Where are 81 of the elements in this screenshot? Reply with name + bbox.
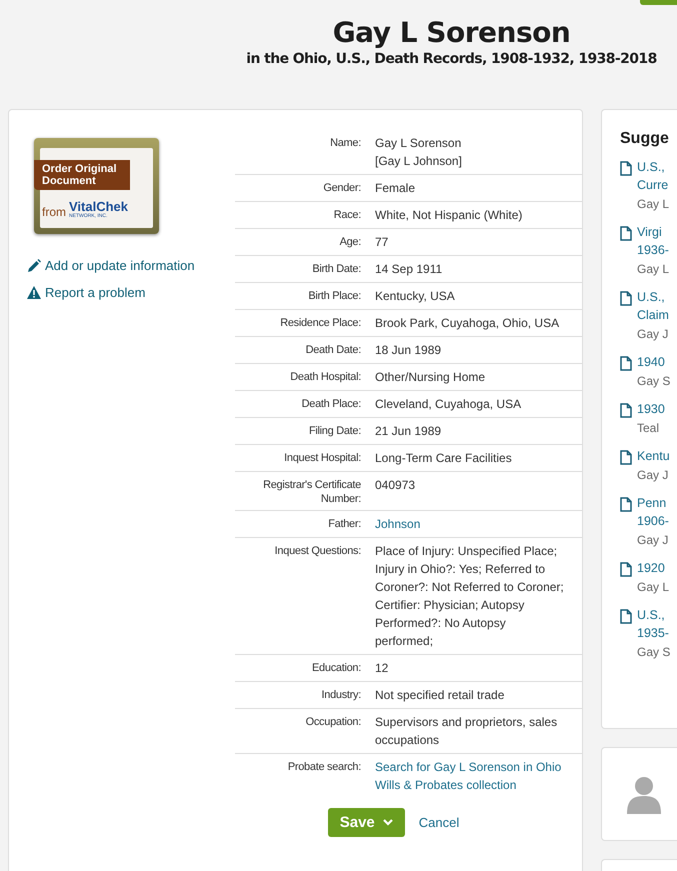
banner-text: Order Original Document — [42, 163, 117, 187]
field-value: Supervisors and proprietors, sales occupations — [375, 714, 558, 749]
field-label: Birth Place: — [307, 289, 361, 304]
value-link[interactable]: Search for Gay L Sorenson in Ohio Wills & Probates collection — [375, 758, 565, 794]
suggested-record-link[interactable]: Penn 1906- — [637, 494, 669, 530]
from-text: from — [42, 205, 66, 219]
suggested-record-link[interactable]: U.S., Curre — [637, 158, 670, 194]
field-label: Occupation: — [304, 715, 361, 730]
suggested-record-link[interactable]: Kentu — [637, 447, 670, 465]
brand-text: VitalChek — [69, 200, 128, 213]
field-value: 14 Sep 1911 — [375, 261, 442, 278]
suggested-person-name: Gay L — [637, 262, 670, 276]
field-label: Father: — [327, 517, 361, 532]
suggested-record-link[interactable]: 1940 — [637, 353, 670, 371]
field-label: Death Date: — [304, 343, 361, 358]
field-label: Birth Date: — [311, 262, 361, 277]
document-icon — [620, 609, 632, 624]
field-value: 18 Jun 1989 — [375, 342, 442, 359]
collection-subtitle: in the Ohio, U.S., Death Records, 1908-1932, 1938-2018 — [245, 51, 658, 67]
save-button[interactable]: Save — [328, 808, 405, 837]
person-silhouette-icon — [627, 776, 661, 814]
field-value: White, Not Hispanic (White) — [375, 207, 522, 224]
record-title: Gay L Sorenson — [332, 17, 572, 49]
suggested-person-name: Gay L — [637, 197, 670, 211]
field-value: 040973 — [375, 477, 416, 494]
field-label: Death Place: — [300, 397, 361, 412]
suggested-person-name: Teal — [637, 421, 660, 435]
field-value: Not specified retail trade — [375, 687, 504, 704]
field-value: Gay L Sorenson — [375, 135, 462, 152]
suggested-record-link[interactable]: 1920 — [637, 559, 670, 577]
suggested-title: Sugge — [620, 130, 670, 148]
cancel-link[interactable]: Cancel — [418, 815, 460, 830]
field-value: Brook Park, Cuyahoga, Ohio, USA — [375, 315, 560, 332]
document-icon — [620, 450, 632, 465]
field-label: Age: — [338, 235, 361, 250]
document-icon — [620, 356, 632, 371]
document-icon — [620, 403, 632, 418]
field-value: 21 Jun 1989 — [375, 423, 442, 440]
suggested-record-link[interactable]: 1930 — [637, 400, 665, 418]
document-icon — [620, 562, 632, 577]
add-info-link[interactable]: Add or update information — [27, 258, 195, 273]
field-value: Cleveland, Cuyahoga, USA — [375, 396, 522, 413]
header-button[interactable] — [640, 0, 677, 5]
field-label: Registrar's Certificate Number: — [262, 478, 361, 506]
suggested-person-name: Gay L — [637, 580, 670, 594]
suggested-person-name: Gay J — [637, 327, 669, 341]
document-icon — [620, 226, 632, 241]
field-label: Filing Date: — [308, 424, 361, 439]
suggested-person-name: Gay S — [637, 645, 670, 659]
document-icon — [620, 161, 632, 176]
suggested-person-name: Gay J — [637, 468, 670, 482]
suggested-person-name: Gay J — [637, 533, 669, 547]
field-value: Female — [375, 180, 416, 197]
suggested-record-link[interactable]: Virgi 1936- — [637, 223, 670, 259]
field-value: 77 — [375, 234, 388, 251]
field-label: Probate search: — [286, 760, 361, 775]
suggested-person-name: Gay S — [637, 374, 670, 388]
document-icon — [620, 291, 632, 306]
field-value: Long-Term Care Facilities — [375, 450, 512, 467]
field-value: [Gay L Johnson] — [375, 153, 462, 170]
suggested-record-link[interactable]: U.S., 1935- — [637, 606, 670, 642]
field-label: Residence Place: — [279, 316, 361, 331]
value-link[interactable]: Johnson — [375, 515, 420, 533]
field-label: Education: — [311, 661, 361, 676]
pencil-icon — [27, 258, 41, 272]
report-link[interactable]: Report a problem — [27, 285, 146, 300]
chevron-down-icon — [382, 819, 393, 826]
document-icon — [620, 497, 632, 512]
field-value: Kentucky, USA — [375, 288, 455, 305]
field-label: Inquest Questions: — [274, 544, 361, 559]
field-label: Gender: — [322, 181, 361, 196]
field-label: Industry: — [320, 688, 361, 703]
suggested-record-link[interactable]: U.S., Claim — [637, 288, 669, 324]
field-label: Name: — [329, 136, 361, 151]
field-value: 12 — [375, 660, 388, 677]
field-label: Death Hospital: — [289, 370, 361, 385]
warning-icon — [27, 286, 41, 299]
field-value: Place of Injury: Unspecified Place; Injury in Ohio?: Yes; Referred to Coroner?: Not Referred to Coroner; Certifier: Physician; Autopsy Performed?: No Autopsy performed; — [375, 543, 565, 650]
field-value: Other/Nursing Home — [375, 369, 486, 386]
field-label: Race: — [332, 208, 361, 223]
field-label: Inquest Hospital: — [283, 451, 361, 466]
